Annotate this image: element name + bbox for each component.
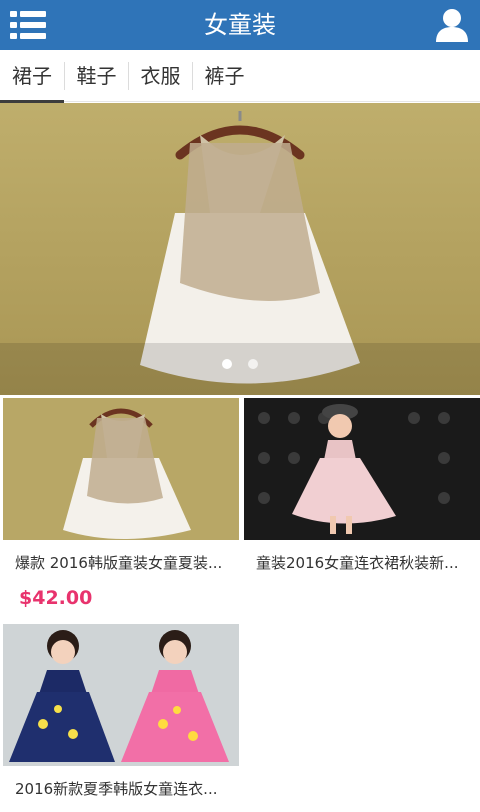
banner-image — [0, 103, 480, 395]
product-price: $42.00 — [19, 587, 93, 609]
user-icon[interactable] — [434, 7, 470, 43]
banner-carousel[interactable] — [0, 103, 480, 395]
product-card[interactable]: 爆款 2016韩版童装女童夏装... $42.00 — [3, 398, 239, 610]
carousel-dot[interactable] — [248, 359, 258, 369]
product-card[interactable]: 童装2016女童连衣裙秋装新... — [244, 398, 480, 586]
product-image[interactable] — [3, 398, 239, 540]
carousel-dot[interactable] — [222, 359, 232, 369]
tab-clothes[interactable]: 衣服 — [129, 50, 192, 102]
category-tabs: 裙子 鞋子 衣服 裤子 — [0, 50, 480, 103]
product-name[interactable]: 爆款 2016韩版童装女童夏装... — [3, 540, 239, 586]
product-name[interactable]: 2016新款夏季韩版女童连衣... — [3, 766, 239, 812]
product-card[interactable]: 2016新款夏季韩版女童连衣... — [3, 624, 239, 812]
tab-skirts[interactable]: 裙子 — [0, 50, 64, 103]
product-image[interactable] — [244, 398, 480, 540]
tab-shoes[interactable]: 鞋子 — [65, 50, 128, 102]
page-title: 女童装 — [204, 11, 276, 39]
app-header: 女童装 — [0, 0, 480, 50]
product-image[interactable] — [3, 624, 239, 766]
product-name[interactable]: 童装2016女童连衣裙秋装新... — [244, 540, 480, 586]
carousel-indicators — [0, 354, 480, 373]
tab-pants[interactable]: 裤子 — [193, 50, 256, 102]
